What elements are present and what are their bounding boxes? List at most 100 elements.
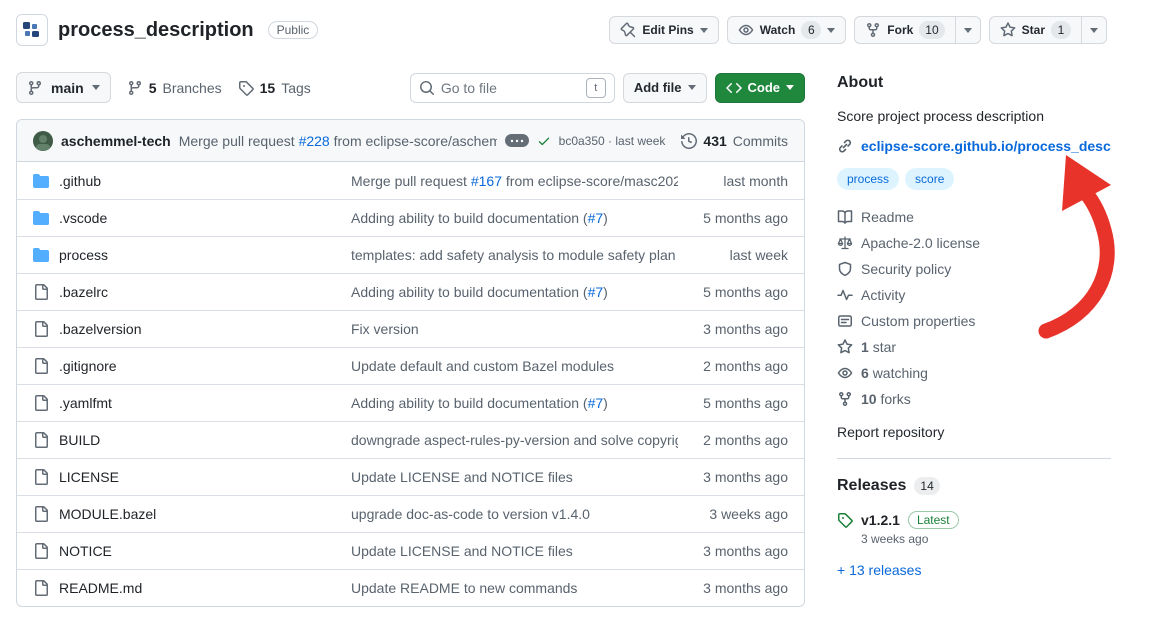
org-avatar[interactable] [16, 14, 48, 46]
branch-selector[interactable]: main [16, 72, 111, 103]
file-name-link[interactable]: BUILD [59, 432, 100, 448]
table-row[interactable]: MODULE.bazel upgrade doc-as-code to vers… [17, 495, 804, 532]
commit-age-link[interactable]: 3 months ago [678, 580, 788, 596]
repo-title[interactable]: process_description [58, 19, 254, 42]
star-button[interactable]: Star 1 [989, 16, 1082, 44]
tags-link[interactable]: 15 Tags [238, 80, 311, 96]
commit-message-link[interactable]: Update default and custom Bazel modules [351, 358, 678, 374]
file-name-link[interactable]: .bazelversion [59, 321, 142, 337]
table-row[interactable]: .bazelrc Adding ability to build documen… [17, 273, 804, 310]
commit-message-link[interactable]: Merge pull request #167 from eclipse-sco… [351, 173, 678, 189]
commit-message-link[interactable]: downgrade aspect-rules-py-version and so… [351, 432, 678, 448]
pr-number-link[interactable]: #228 [299, 133, 330, 149]
watch-button[interactable]: Watch 6 [727, 16, 847, 44]
file-name-link[interactable]: process [59, 247, 108, 263]
table-row[interactable]: BUILD downgrade aspect-rules-py-version … [17, 421, 804, 458]
pr-number-link[interactable]: #167 [471, 173, 502, 189]
pr-number-link[interactable]: #7 [588, 395, 604, 411]
file-name-link[interactable]: .vscode [59, 210, 107, 226]
fork-dropdown-button[interactable] [955, 16, 981, 44]
branches-link[interactable]: 5 Branches [127, 80, 222, 96]
file-name-link[interactable]: NOTICE [59, 543, 112, 559]
commit-age-link[interactable]: 2 months ago [678, 358, 788, 374]
table-row[interactable]: LICENSE Update LICENSE and NOTICE files … [17, 458, 804, 495]
table-row[interactable]: NOTICE Update LICENSE and NOTICE files 3… [17, 532, 804, 569]
checks-success-icon[interactable] [537, 134, 551, 148]
table-row[interactable]: .yamlfmt Adding ability to build documen… [17, 384, 804, 421]
commit-message-link[interactable]: Update LICENSE and NOTICE files [351, 469, 678, 485]
go-to-file-input[interactable] [441, 80, 580, 96]
sidebar-item-label: Activity [861, 287, 905, 303]
file-name-link[interactable]: README.md [59, 580, 142, 596]
website-link[interactable]: eclipse-score.github.io/process_descr… [861, 138, 1111, 154]
commit-age-link[interactable]: 3 months ago [678, 321, 788, 337]
report-repository-link[interactable]: Report repository [837, 424, 944, 440]
repo-description: Score project process description [837, 106, 1111, 126]
edit-pins-button[interactable]: Edit Pins [609, 16, 718, 44]
commit-author-link[interactable]: aschemmel-tech [61, 133, 171, 149]
commit-message-link[interactable]: Adding ability to build documentation (#… [351, 284, 678, 300]
topic-pill[interactable]: process [837, 168, 899, 190]
file-name-link[interactable]: .gitignore [59, 358, 117, 374]
sidebar-item-license[interactable]: Apache-2.0 license [837, 234, 1111, 252]
fork-button[interactable]: Fork 10 [854, 16, 955, 44]
releases-title[interactable]: Releases [837, 477, 906, 495]
commit-age-link[interactable]: 3 months ago [678, 469, 788, 485]
file-name-cell: process [33, 247, 351, 263]
code-button[interactable]: Code [715, 73, 806, 103]
file-name-link[interactable]: .github [59, 173, 101, 189]
file-name-cell: .bazelversion [33, 321, 351, 337]
commit-age-link[interactable]: 3 months ago [678, 543, 788, 559]
file-name-link[interactable]: MODULE.bazel [59, 506, 156, 522]
star-dropdown-button[interactable] [1081, 16, 1107, 44]
file-name-link[interactable]: .yamlfmt [59, 395, 112, 411]
header-actions: Edit Pins Watch 6 Fork 10 [609, 16, 1107, 44]
commit-age-link[interactable]: 2 months ago [678, 432, 788, 448]
sidebar-item-stars[interactable]: 1 star [837, 338, 1111, 356]
latest-release-link[interactable]: v1.2.1 Latest [837, 511, 1111, 529]
topic-pill[interactable]: score [905, 168, 954, 190]
table-row[interactable]: process templates: add safety analysis t… [17, 236, 804, 273]
sidebar-item-forks[interactable]: 10 forks [837, 390, 1111, 408]
sidebar-item-custom-properties[interactable]: Custom properties [837, 312, 1111, 330]
file-name-cell: .bazelrc [33, 284, 351, 300]
commit-message-link[interactable]: Fix version [351, 321, 678, 337]
table-row[interactable]: README.md Update README to new commands … [17, 569, 804, 606]
toolbar-right: t Add file Code [410, 73, 805, 103]
pr-number-link[interactable]: #7 [588, 284, 604, 300]
commit-age-link[interactable]: last month [678, 173, 788, 189]
table-row[interactable]: .vscode Adding ability to build document… [17, 199, 804, 236]
sidebar-item-activity[interactable]: Activity [837, 286, 1111, 304]
sidebar-item-readme[interactable]: Readme [837, 208, 1111, 226]
file-name-link[interactable]: LICENSE [59, 469, 119, 485]
table-row[interactable]: .gitignore Update default and custom Baz… [17, 347, 804, 384]
watch-label: Watch [760, 23, 796, 37]
commit-sha-time[interactable]: bc0a350 · last week [559, 134, 666, 148]
commit-message-link[interactable]: Adding ability to build documentation (#… [351, 395, 678, 411]
commit-message-expand-button[interactable] [505, 134, 529, 147]
sidebar-item-security[interactable]: Security policy [837, 260, 1111, 278]
commit-sha[interactable]: bc0a350 [559, 134, 605, 148]
table-row[interactable]: .bazelversion Fix version 3 months ago [17, 310, 804, 347]
commit-age-link[interactable]: 5 months ago [678, 210, 788, 226]
sidebar-item-watching[interactable]: 6 watching [837, 364, 1111, 382]
commit-message-link[interactable]: upgrade doc-as-code to version v1.4.0 [351, 506, 678, 522]
commit-age-link[interactable]: 5 months ago [678, 284, 788, 300]
commit-message[interactable]: Merge pull request #228 from eclipse-sco… [179, 133, 497, 149]
commit-author-avatar[interactable] [33, 131, 53, 151]
commit-age-link[interactable]: last week [678, 247, 788, 263]
commit-age-link[interactable]: 5 months ago [678, 395, 788, 411]
file-name-link[interactable]: .bazelrc [59, 284, 108, 300]
commit-history-link[interactable]: 431 Commits [681, 133, 788, 149]
more-releases-link[interactable]: + 13 releases [837, 562, 921, 578]
commit-message-link[interactable]: Update LICENSE and NOTICE files [351, 543, 678, 559]
commit-age-link[interactable]: 3 weeks ago [678, 506, 788, 522]
table-row[interactable]: .github Merge pull request #167 from ecl… [17, 162, 804, 199]
commit-message-link[interactable]: Update README to new commands [351, 580, 678, 596]
pr-number-link[interactable]: #7 [588, 210, 604, 226]
commit-message-link[interactable]: Adding ability to build documentation (#… [351, 210, 678, 226]
commit-message-link[interactable]: templates: add safety analysis to module… [351, 247, 678, 263]
sidebar-item-label: Security policy [861, 261, 951, 277]
chevron-down-icon [786, 85, 794, 90]
add-file-button[interactable]: Add file [623, 73, 707, 103]
